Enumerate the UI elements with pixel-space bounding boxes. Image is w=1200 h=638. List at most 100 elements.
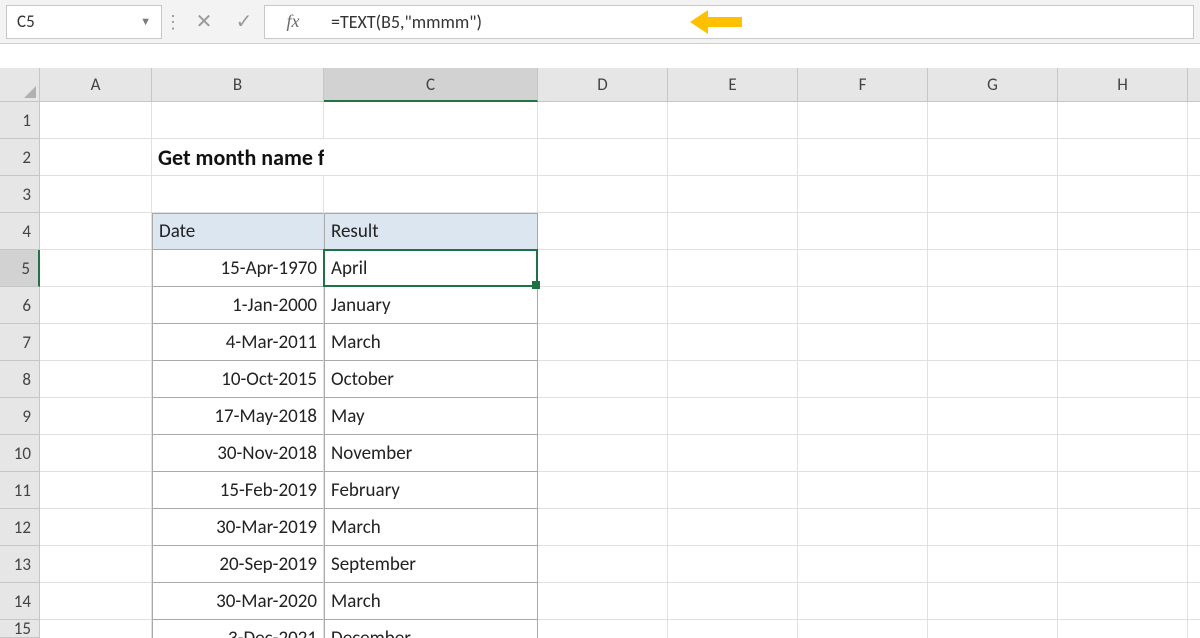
cell-D14[interactable] (538, 583, 668, 620)
cell-B6[interactable]: 1-Jan-2000 (152, 287, 324, 324)
cell-C10[interactable]: November (324, 435, 538, 472)
cell-F5[interactable] (798, 250, 928, 287)
cell-D1[interactable] (538, 102, 668, 139)
cell-I4[interactable] (1188, 213, 1200, 250)
cell-I15[interactable] (1188, 620, 1200, 638)
page-title[interactable]: Get month name from date (152, 139, 324, 176)
cell-G2[interactable] (928, 139, 1058, 176)
cell-H12[interactable] (1058, 509, 1188, 546)
cell-G9[interactable] (928, 398, 1058, 435)
cell-B14[interactable]: 30-Mar-2020 (152, 583, 324, 620)
cell-E11[interactable] (668, 472, 798, 509)
cell-F2[interactable] (798, 139, 928, 176)
row-header-3[interactable]: 3 (0, 176, 40, 213)
cell-C3[interactable] (324, 176, 538, 213)
row-header-5[interactable]: 5 (0, 250, 40, 287)
col-header-B[interactable]: B (152, 68, 324, 102)
table-header-date[interactable]: Date (152, 213, 324, 250)
cell-D12[interactable] (538, 509, 668, 546)
cell-D9[interactable] (538, 398, 668, 435)
col-header-D[interactable]: D (538, 68, 668, 102)
cell-B10[interactable]: 30-Nov-2018 (152, 435, 324, 472)
cell-E5[interactable] (668, 250, 798, 287)
row-header-2[interactable]: 2 (0, 139, 40, 176)
cell-D5[interactable] (538, 250, 668, 287)
cell-D10[interactable] (538, 435, 668, 472)
cell-I8[interactable] (1188, 361, 1200, 398)
cell-E7[interactable] (668, 324, 798, 361)
row-header-8[interactable]: 8 (0, 361, 40, 398)
cell-F7[interactable] (798, 324, 928, 361)
cell-F14[interactable] (798, 583, 928, 620)
cell-B7[interactable]: 4-Mar-2011 (152, 324, 324, 361)
cell-B3[interactable] (152, 176, 324, 213)
cell-I9[interactable] (1188, 398, 1200, 435)
cell-H10[interactable] (1058, 435, 1188, 472)
col-header-G[interactable]: G (928, 68, 1058, 102)
cell-G15[interactable] (928, 620, 1058, 638)
cell-E14[interactable] (668, 583, 798, 620)
cell-G6[interactable] (928, 287, 1058, 324)
cell-H6[interactable] (1058, 287, 1188, 324)
cell-B1[interactable] (152, 102, 324, 139)
cell-G7[interactable] (928, 324, 1058, 361)
col-header-I[interactable]: I (1188, 68, 1200, 102)
cell-D15[interactable] (538, 620, 668, 638)
cell-C14[interactable]: March (324, 583, 538, 620)
cell-I13[interactable] (1188, 546, 1200, 583)
cell-I3[interactable] (1188, 176, 1200, 213)
cell-C7[interactable]: March (324, 324, 538, 361)
cell-D11[interactable] (538, 472, 668, 509)
row-header-1[interactable]: 1 (0, 102, 40, 139)
cell-H8[interactable] (1058, 361, 1188, 398)
cell-D6[interactable] (538, 287, 668, 324)
cell-G3[interactable] (928, 176, 1058, 213)
cell-H14[interactable] (1058, 583, 1188, 620)
cell-F8[interactable] (798, 361, 928, 398)
cell-F13[interactable] (798, 546, 928, 583)
cell-C1[interactable] (324, 102, 538, 139)
cell-C6[interactable]: January (324, 287, 538, 324)
cell-D4[interactable] (538, 213, 668, 250)
select-all-corner[interactable] (0, 68, 40, 102)
row-header-14[interactable]: 14 (0, 583, 40, 620)
cell-A4[interactable] (40, 213, 152, 250)
cell-H5[interactable] (1058, 250, 1188, 287)
cell-A13[interactable] (40, 546, 152, 583)
cell-B5[interactable]: 15-Apr-1970 (152, 250, 324, 287)
cell-E4[interactable] (668, 213, 798, 250)
cell-A2[interactable] (40, 139, 152, 176)
row-header-11[interactable]: 11 (0, 472, 40, 509)
col-header-A[interactable]: A (40, 68, 152, 102)
cell-I7[interactable] (1188, 324, 1200, 361)
cell-I12[interactable] (1188, 509, 1200, 546)
cell-F11[interactable] (798, 472, 928, 509)
cell-G5[interactable] (928, 250, 1058, 287)
row-header-4[interactable]: 4 (0, 213, 40, 250)
cell-H9[interactable] (1058, 398, 1188, 435)
cell-A5[interactable] (40, 250, 152, 287)
cell-D3[interactable] (538, 176, 668, 213)
cancel-icon[interactable]: ✕ (184, 5, 224, 39)
cell-C8[interactable]: October (324, 361, 538, 398)
cell-I5[interactable] (1188, 250, 1200, 287)
cell-G14[interactable] (928, 583, 1058, 620)
cell-F4[interactable] (798, 213, 928, 250)
enter-icon[interactable]: ✓ (224, 5, 264, 39)
cell-I2[interactable] (1188, 139, 1200, 176)
fx-button[interactable]: fx (264, 5, 317, 39)
cell-D8[interactable] (538, 361, 668, 398)
cell-C13[interactable]: September (324, 546, 538, 583)
cell-C5[interactable]: April (324, 250, 538, 287)
cell-G13[interactable] (928, 546, 1058, 583)
cell-E6[interactable] (668, 287, 798, 324)
cell-E9[interactable] (668, 398, 798, 435)
cell-G1[interactable] (928, 102, 1058, 139)
col-header-F[interactable]: F (798, 68, 928, 102)
cell-C12[interactable]: March (324, 509, 538, 546)
cell-F9[interactable] (798, 398, 928, 435)
row-header-15[interactable]: 15 (0, 620, 40, 638)
col-header-E[interactable]: E (668, 68, 798, 102)
chevron-down-icon[interactable]: ▼ (140, 15, 151, 28)
cell-F12[interactable] (798, 509, 928, 546)
